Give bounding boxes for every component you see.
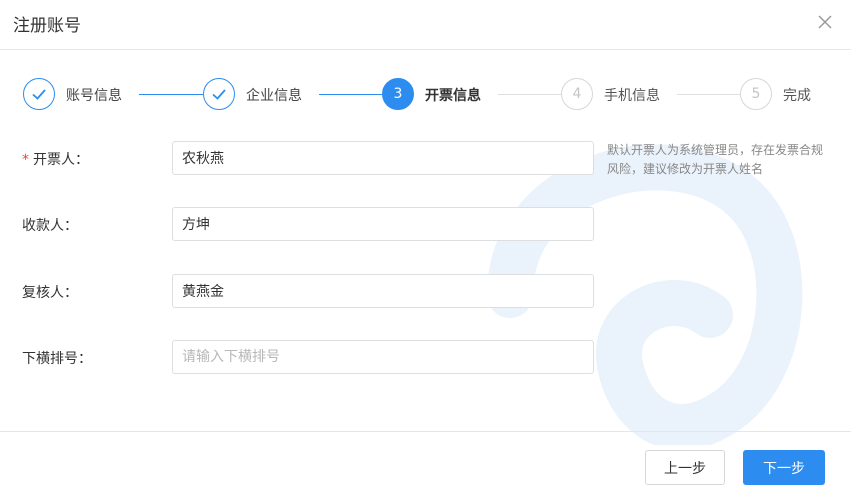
- step-1-label: 账号信息: [66, 88, 122, 104]
- step-indicator: 账号信息 企业信息 3 开票信息 4 手机信息 5 完成: [0, 78, 851, 114]
- step-1-circle: [23, 78, 55, 110]
- drawer-input[interactable]: [172, 141, 594, 175]
- drawer-hint: 默认开票人为系统管理员，存在发票合规风险，建议修改为开票人姓名: [607, 143, 824, 176]
- register-dialog: 注册账号 账号信息 企业信息 3 开票信息 4 手机信息 5 完成 * 开票人：…: [0, 0, 851, 502]
- reviewer-input[interactable]: [172, 274, 594, 308]
- step-2-circle: [203, 78, 235, 110]
- close-icon: [818, 15, 832, 29]
- footer-divider: [0, 431, 851, 432]
- check-icon: [212, 89, 226, 100]
- dialog-header: 注册账号: [0, 0, 851, 50]
- step-3-circle: 3: [382, 78, 414, 110]
- drawer-label-row: * 开票人：: [22, 149, 89, 169]
- step-5-circle: 5: [740, 78, 772, 110]
- next-button[interactable]: 下一步: [743, 450, 825, 485]
- step-4-circle: 4: [561, 78, 593, 110]
- step-5-label: 完成: [783, 88, 811, 104]
- check-icon: [32, 89, 46, 100]
- extra-input[interactable]: [172, 340, 594, 374]
- step-connector: [498, 94, 561, 95]
- payee-input[interactable]: [172, 207, 594, 241]
- dialog-title: 注册账号: [13, 16, 81, 36]
- step-connector: [677, 94, 740, 95]
- step-connector: [139, 94, 203, 95]
- extra-label: 下横排号：: [22, 351, 92, 367]
- step-2-label: 企业信息: [246, 88, 302, 104]
- close-button[interactable]: [814, 11, 836, 33]
- payee-label: 收款人：: [22, 218, 78, 234]
- required-mark: *: [22, 152, 29, 168]
- prev-button[interactable]: 上一步: [645, 450, 725, 485]
- step-4-label: 手机信息: [604, 88, 660, 104]
- reviewer-label: 复核人：: [22, 285, 78, 301]
- step-connector: [319, 94, 382, 95]
- step-3-label: 开票信息: [425, 88, 481, 104]
- drawer-label: 开票人：: [33, 152, 89, 168]
